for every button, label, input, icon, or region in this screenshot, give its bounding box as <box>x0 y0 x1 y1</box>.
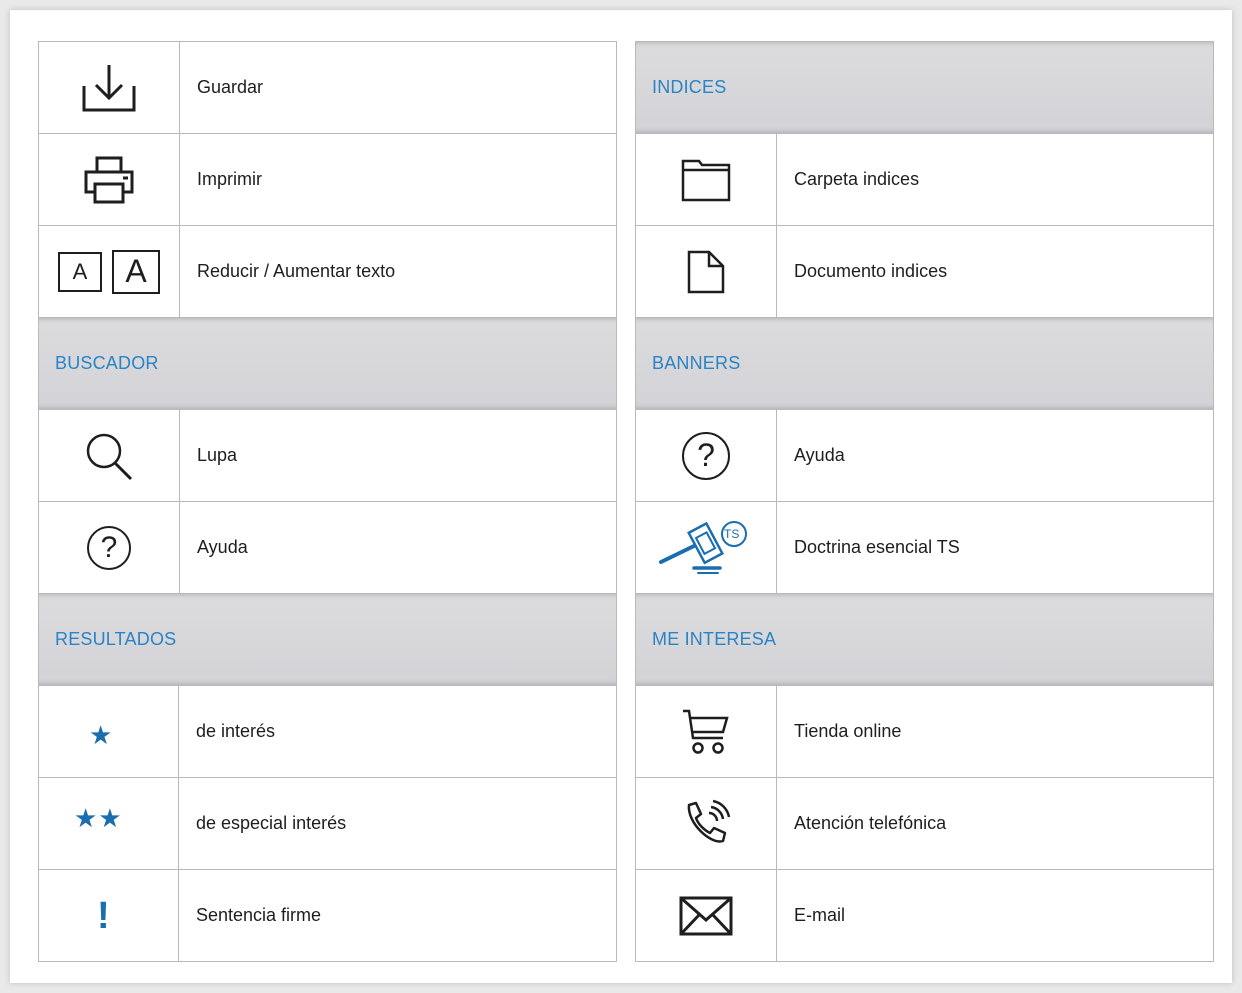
help-icon: ? <box>87 525 131 570</box>
icon-cell <box>636 778 777 869</box>
icon-cell <box>636 134 777 225</box>
question-glyph: ? <box>697 437 715 473</box>
folder-icon <box>681 159 731 201</box>
small-a-glyph: A <box>72 258 88 284</box>
icon-cell <box>39 134 180 225</box>
star-icon: ★ <box>89 719 113 750</box>
list-item-carpeta-indices: Carpeta indices <box>636 133 1213 225</box>
icon-cell <box>636 870 777 961</box>
phone-icon <box>687 799 731 843</box>
document-icon <box>687 250 725 293</box>
section-title: ME INTERESA <box>652 629 777 649</box>
item-label: de especial interés <box>196 813 347 833</box>
download-icon <box>82 64 136 111</box>
item-label: Guardar <box>197 77 264 97</box>
icon-cell: ? <box>39 502 180 593</box>
list-item-de-interes: ★ de interés <box>39 685 616 777</box>
cart-icon <box>683 709 729 754</box>
left-column: Guardar Imprimir A A Reducir / Aumentar … <box>38 41 617 962</box>
list-item-tienda-online: Tienda online <box>636 685 1213 777</box>
item-label: Ayuda <box>794 445 845 465</box>
list-item-lupa: Lupa <box>39 409 616 501</box>
icon-cell: ★ <box>39 686 179 777</box>
section-title: BUSCADOR <box>55 353 159 373</box>
icon-cell: ? <box>636 410 777 501</box>
section-title: BANNERS <box>652 353 741 373</box>
text-size-large-icon: A <box>112 249 160 294</box>
legend-card: Guardar Imprimir A A Reducir / Aumentar … <box>10 10 1232 983</box>
text-size-small-icon: A <box>58 251 102 292</box>
list-item-guardar: Guardar <box>39 41 616 133</box>
item-label: Ayuda <box>197 537 248 557</box>
list-item-de-especial-interes: ★★ de especial interés <box>39 777 616 869</box>
item-label: Tienda online <box>794 721 902 741</box>
item-label: Imprimir <box>197 169 262 189</box>
list-item-atencion-telefonica: Atención telefónica <box>636 777 1213 869</box>
list-item-text-size: A A Reducir / Aumentar texto <box>39 225 616 317</box>
section-title: RESULTADOS <box>55 629 177 649</box>
section-title: INDICES <box>652 77 727 97</box>
item-label: Lupa <box>197 445 238 465</box>
item-label: Sentencia firme <box>196 905 322 925</box>
item-label: de interés <box>196 721 276 741</box>
list-item-documento-indices: Documento indices <box>636 225 1213 317</box>
gavel-ts-icon <box>659 520 747 574</box>
item-label: Reducir / Aumentar texto <box>197 261 396 281</box>
icon-cell: A A <box>39 226 180 317</box>
icon-cell: ! <box>39 870 179 961</box>
section-header-me-interesa: ME INTERESA <box>636 593 1213 685</box>
icon-cell: TS <box>636 502 777 593</box>
icon-cell: ★★ <box>39 778 179 869</box>
question-glyph: ? <box>100 530 118 564</box>
item-label: Carpeta indices <box>794 169 920 189</box>
item-label: Doctrina esencial TS <box>794 537 960 557</box>
large-a-glyph: A <box>125 253 147 289</box>
icon-cell <box>39 410 180 501</box>
help-icon: ? <box>682 431 730 480</box>
section-header-resultados: RESULTADOS <box>39 593 616 685</box>
envelope-icon <box>679 896 733 935</box>
right-column: INDICES Carpeta indices Documento indice… <box>635 41 1214 962</box>
list-item-sentencia-firme: ! Sentencia firme <box>39 869 616 961</box>
list-item-imprimir: Imprimir <box>39 133 616 225</box>
list-item-ayuda-banner: ? Ayuda <box>636 409 1213 501</box>
exclamation-icon: ! <box>97 894 110 937</box>
list-item-doctrina-esencial-ts: TS Doctrina esencial TS <box>636 501 1213 593</box>
list-item-email: E-mail <box>636 869 1213 961</box>
list-item-ayuda: ? Ayuda <box>39 501 616 593</box>
section-header-indices: INDICES <box>636 41 1213 133</box>
icon-cell <box>39 42 180 133</box>
magnifier-icon <box>86 433 133 480</box>
printer-icon <box>84 156 134 203</box>
ts-badge-label: TS <box>724 527 740 541</box>
item-label: Atención telefónica <box>794 813 947 833</box>
icon-cell <box>636 686 777 777</box>
icon-cell <box>636 226 777 317</box>
section-header-buscador: BUSCADOR <box>39 317 616 409</box>
section-header-banners: BANNERS <box>636 317 1213 409</box>
double-star-icon: ★★ <box>74 802 123 833</box>
item-label: E-mail <box>794 905 846 925</box>
item-label: Documento indices <box>794 261 948 281</box>
